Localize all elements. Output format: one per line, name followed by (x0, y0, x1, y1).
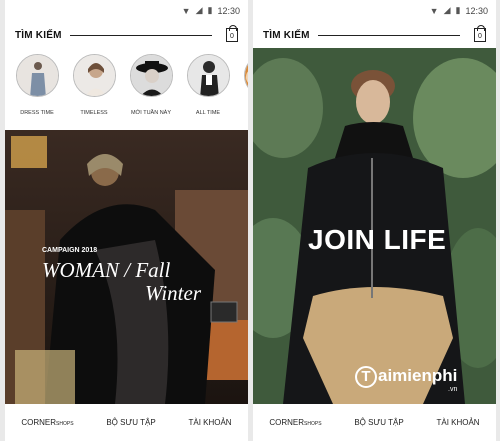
tab-corner-shops[interactable]: CORNERSHOPS (21, 418, 73, 427)
partial-portrait-icon (243, 54, 248, 97)
campaign-label: CAMPAIGN 2018 (42, 247, 98, 254)
right-phone-screen: ▼ ◢ ▮ 12:30 TÌM KIẾM 0 JOIN LIFE T aimie… (253, 0, 496, 441)
story-carousel: DRESS TIME TIMELESS MỚI TUẦN NÀY ALL TIM… (5, 49, 248, 125)
story-label: DRESS TIME (20, 110, 54, 116)
battery-icon: ▮ (455, 5, 461, 15)
tab-account[interactable]: TÀI KHOẢN (436, 418, 479, 427)
bag-count: 0 (230, 33, 234, 40)
join-life-hero-image[interactable]: JOIN LIFE Taimienphi .vn (253, 48, 496, 404)
woman-dress-portrait-icon (15, 54, 59, 97)
woman-portrait-icon (72, 54, 116, 97)
story-label: MỚI TUẦN NÀY (130, 110, 172, 116)
signal-icon: ◢ (443, 5, 451, 15)
wifi-icon: ▼ (181, 5, 191, 16)
tab-collection[interactable]: BỘ SƯU TẬP (106, 418, 155, 427)
screenshot-stage: ▼ ◢ ▮ 12:30 TÌM KIẾM 0 DRESS TIME TIMELE… (0, 0, 500, 441)
top-bar: TÌM KIẾM 0 (5, 21, 248, 49)
watermark: Taimienphi .vn (355, 366, 457, 393)
man-portrait-icon (186, 54, 230, 97)
campaign-hero-image[interactable]: CAMPAIGN 2018 WOMAN / Fall Winter (5, 130, 248, 404)
story-dress-time[interactable]: DRESS TIME (14, 54, 60, 125)
story-label: ALL TIME (195, 110, 221, 116)
left-phone-screen: ▼ ◢ ▮ 12:30 TÌM KIẾM 0 DRESS TIME TIMELE… (5, 0, 248, 441)
status-bar: ▼ ◢ ▮ 12:30 (5, 0, 248, 21)
search-underline (69, 34, 212, 36)
shopping-bag-icon[interactable]: 0 (474, 25, 486, 42)
status-time: 12:30 (217, 5, 240, 16)
bottom-nav: CORNERSHOPS BỘ SƯU TẬP TÀI KHOẢN (253, 404, 496, 441)
bottom-nav: CORNERSHOPS BỘ SƯU TẬP TÀI KHOẢN (5, 404, 248, 441)
story-all-time[interactable]: ALL TIME (185, 54, 231, 125)
search-title[interactable]: TÌM KIẾM (263, 30, 310, 41)
story-partial[interactable]: S (242, 54, 248, 125)
story-label: TIMELESS (80, 110, 108, 116)
status-bar: ▼ ◢ ▮ 12:30 (253, 0, 496, 21)
wifi-icon: ▼ (429, 5, 439, 16)
search-underline (317, 34, 460, 36)
signal-icon: ◢ (195, 5, 203, 15)
watermark-t-icon: T (355, 366, 377, 388)
bag-count: 0 (478, 33, 482, 40)
tab-account[interactable]: TÀI KHOẢN (188, 418, 231, 427)
tab-collection[interactable]: BỘ SƯU TẬP (354, 418, 403, 427)
campaign-headline-line-1: WOMAN / Fall (42, 258, 171, 282)
status-time: 12:30 (465, 5, 488, 16)
tab-corner-shops[interactable]: CORNERSHOPS (269, 418, 321, 427)
join-life-headline: JOIN LIFE (308, 224, 447, 255)
search-title[interactable]: TÌM KIẾM (15, 30, 62, 41)
story-timeless[interactable]: TIMELESS (71, 54, 117, 125)
battery-icon: ▮ (207, 5, 213, 15)
shopping-bag-icon[interactable]: 0 (226, 25, 238, 42)
woman-hat-portrait-icon (129, 54, 173, 97)
campaign-headline-line-2: Winter (145, 281, 201, 305)
top-bar: TÌM KIẾM 0 (253, 21, 496, 49)
story-new-this-week[interactable]: MỚI TUẦN NÀY (128, 54, 174, 125)
